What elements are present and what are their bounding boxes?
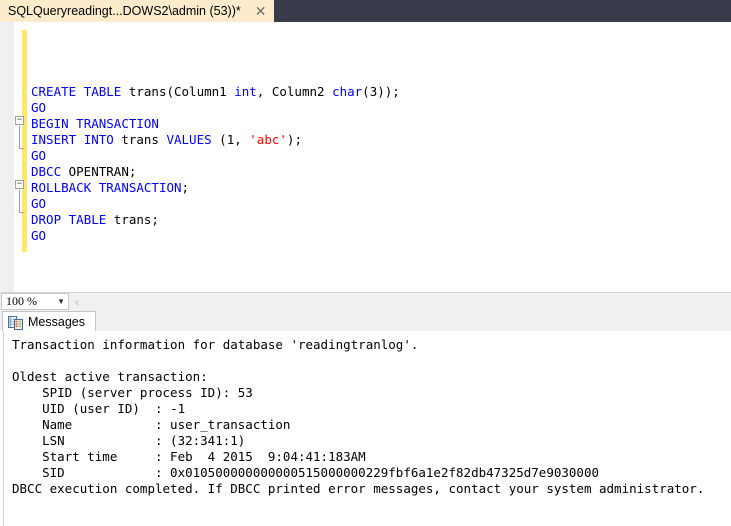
message-line: DBCC execution completed. If DBCC printe… <box>12 481 705 496</box>
code-line: GO <box>31 148 47 163</box>
document-tab-label: SQLQueryreadingt...DOWS2\admin (53))* <box>8 4 241 18</box>
messages-output-text: Transaction information for database 're… <box>12 337 704 497</box>
code-line: CREATE TABLE trans(Column1 int, Column2 … <box>31 84 400 99</box>
zoom-level-value: 100 % <box>6 294 37 308</box>
chevron-left-icon[interactable]: ‹ <box>75 295 79 309</box>
code-line: DROP TABLE trans; <box>31 212 159 227</box>
outline-bracket-foot-begin-transaction <box>19 148 24 149</box>
message-line: Name : user_transaction <box>12 417 291 432</box>
message-line: Start time : Feb 4 2015 9:04:41:183AM <box>12 449 366 464</box>
code-line: DBCC OPENTRAN; <box>31 164 137 179</box>
message-line: SPID (server process ID): 53 <box>12 385 253 400</box>
tab-messages[interactable]: Messages <box>2 311 96 332</box>
code-line: BEGIN TRANSACTION <box>31 116 159 131</box>
message-line: SID : 0x010500000000000515000000229fbf6a… <box>12 465 599 480</box>
editor-change-indicator-bar <box>22 30 27 252</box>
close-tab-icon[interactable]: ✕ <box>253 4 269 18</box>
outline-toggle-dbcc-opentran[interactable]: − <box>15 180 24 189</box>
code-line: GO <box>31 100 47 115</box>
message-line: UID (user ID) : -1 <box>12 401 186 416</box>
messages-output-pane[interactable]: Transaction information for database 're… <box>0 331 731 526</box>
document-tab-sqlquery[interactable]: SQLQueryreadingt...DOWS2\admin (53))* ✕ <box>0 0 275 22</box>
chevron-down-icon: ▼ <box>57 296 65 306</box>
sql-code-editor[interactable]: − − CREATE TABLE trans(Column1 int, Colu… <box>0 22 731 292</box>
outline-bracket-begin-transaction <box>19 126 20 148</box>
code-text[interactable]: CREATE TABLE trans(Column1 int, Column2 … <box>31 84 400 244</box>
code-line: GO <box>31 228 47 243</box>
message-line: Transaction information for database 're… <box>12 337 419 352</box>
outline-bracket-foot-dbcc-opentran <box>19 212 24 213</box>
results-pane-tab-strip: Messages <box>0 310 731 332</box>
outline-bracket-dbcc-opentran <box>19 190 20 212</box>
messages-left-rule <box>3 331 4 526</box>
message-line <box>12 353 704 369</box>
code-line: GO <box>31 196 47 211</box>
document-tab-strip: SQLQueryreadingt...DOWS2\admin (53))* ✕ <box>0 0 731 22</box>
editor-status-bar: 100 % ▼ ‹ <box>0 292 731 310</box>
zoom-level-dropdown[interactable]: 100 % ▼ <box>1 293 69 310</box>
outline-toggle-begin-transaction[interactable]: − <box>15 116 24 125</box>
message-line: LSN : (32:341:1) <box>12 433 246 448</box>
code-line: INSERT INTO trans VALUES (1, 'abc'); <box>31 132 302 147</box>
message-line: Oldest active transaction: <box>12 369 208 384</box>
editor-indicator-margin <box>0 22 14 292</box>
code-line: ROLLBACK TRANSACTION; <box>31 180 190 195</box>
messages-grid-icon <box>8 315 23 330</box>
tab-messages-label: Messages <box>28 315 85 329</box>
